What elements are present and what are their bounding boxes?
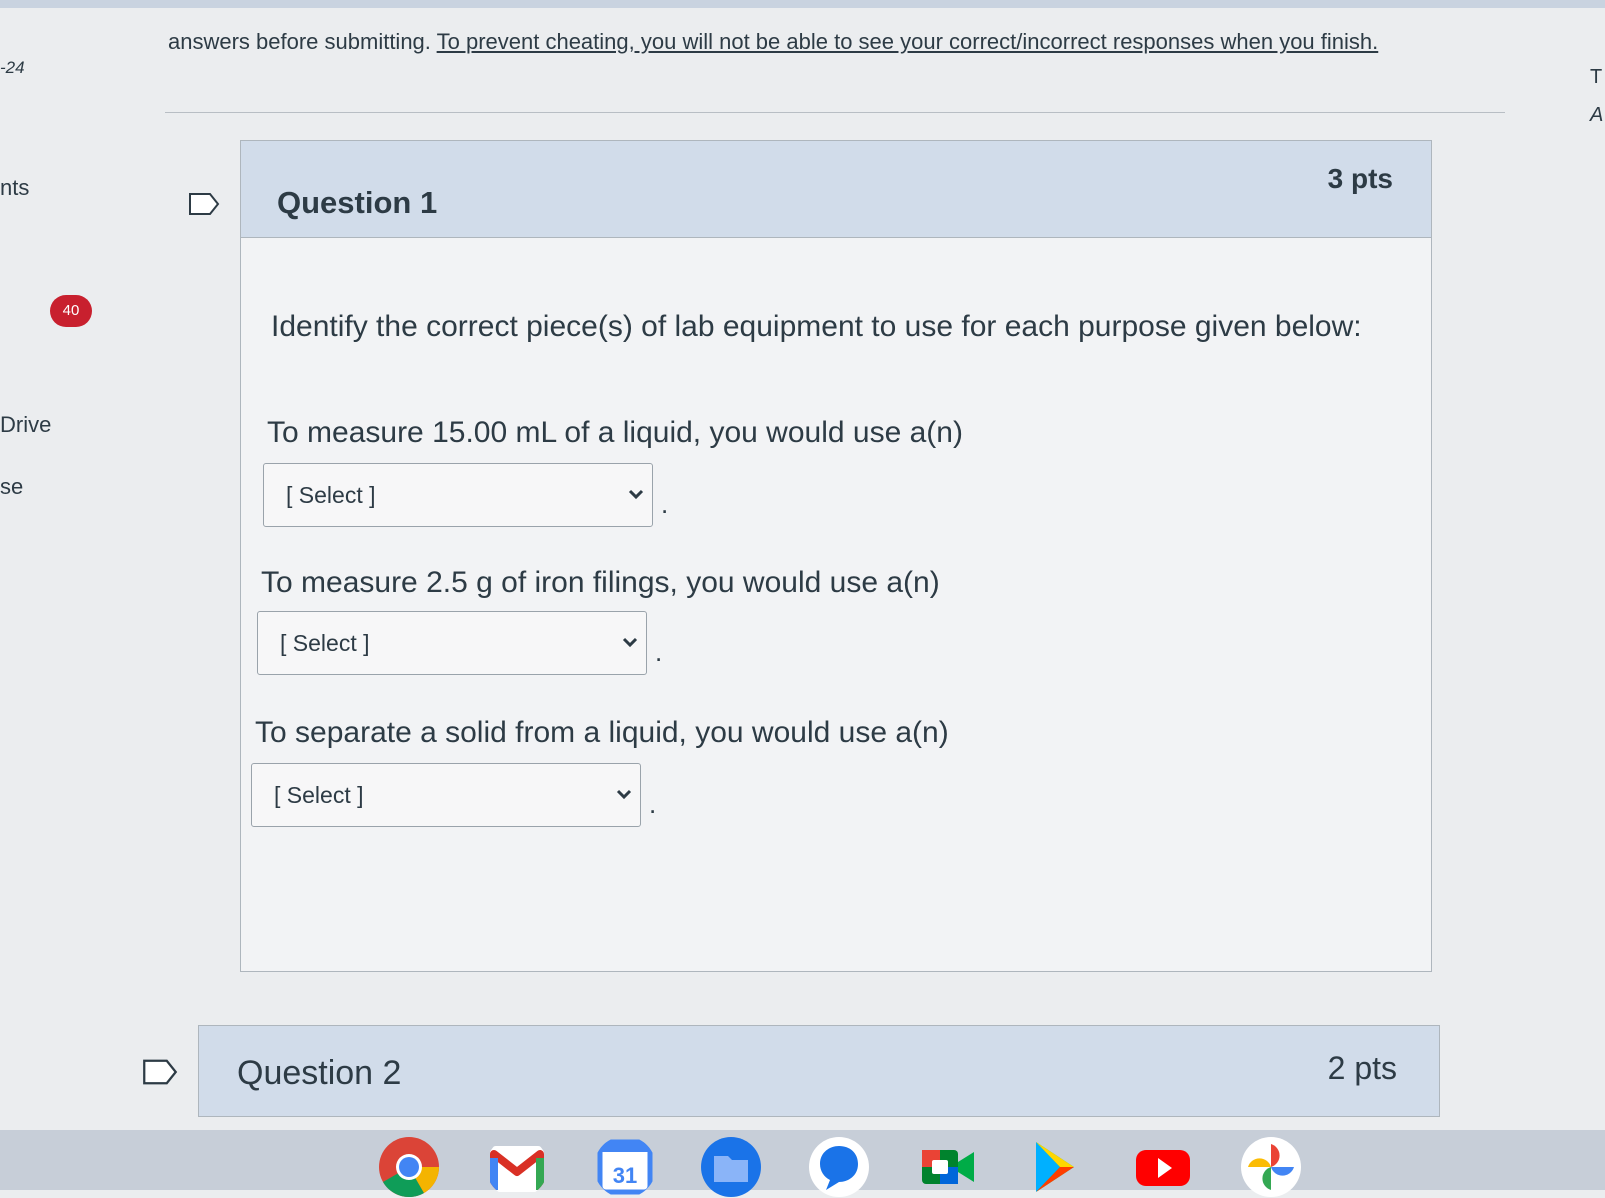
item-3-period: . xyxy=(649,789,657,819)
quiz-instructions: answers before submitting. To prevent ch… xyxy=(168,22,1508,62)
top-bar xyxy=(0,0,1605,8)
calendar-day: 31 xyxy=(613,1163,637,1188)
instructions-plain: answers before submitting. xyxy=(168,29,437,54)
calendar-icon[interactable]: 31 xyxy=(594,1136,656,1198)
chevron-down-icon xyxy=(616,789,632,800)
chevron-down-icon xyxy=(628,489,644,500)
chevron-down-icon xyxy=(622,637,638,648)
gmail-icon[interactable] xyxy=(486,1136,548,1198)
flag-question-icon[interactable] xyxy=(188,192,220,216)
question-1-card: Question 1 3 pts Identify the correct pi… xyxy=(240,140,1432,972)
right-panel-text-t: T xyxy=(1590,66,1603,88)
right-panel-text-a: A xyxy=(1590,104,1604,126)
item-3-select-value: [ Select ] xyxy=(274,782,364,808)
messages-icon[interactable] xyxy=(808,1136,870,1198)
os-shelf xyxy=(0,1130,1605,1190)
flag-question-icon[interactable] xyxy=(142,1058,178,1086)
item-2-select-value: [ Select ] xyxy=(280,630,370,656)
item-1-period: . xyxy=(661,489,669,519)
item-3-text: To separate a solid from a liquid, you w… xyxy=(255,716,949,749)
files-icon[interactable] xyxy=(700,1136,762,1198)
question-1-title: Question 1 xyxy=(277,185,438,220)
chrome-icon[interactable] xyxy=(378,1136,440,1198)
instructions-warning: To prevent cheating, you will not be abl… xyxy=(436,29,1379,54)
photos-icon[interactable] xyxy=(1240,1136,1302,1198)
question-1-points: 3 pts xyxy=(1327,163,1393,194)
question-1-prompt: Identify the correct piece(s) of lab equ… xyxy=(271,310,1362,343)
item-2-text: To measure 2.5 g of iron filings, you wo… xyxy=(261,566,940,599)
item-1-text: To measure 15.00 mL of a liquid, you wou… xyxy=(267,416,963,449)
nav-item-assignments[interactable]: nts xyxy=(0,175,29,201)
course-navigation: -24 nts 40 Drive se xyxy=(0,0,150,1130)
question-1-header: Question 1 3 pts xyxy=(241,141,1431,238)
meet-icon[interactable] xyxy=(916,1136,978,1198)
question-2-header: Question 2 2 pts xyxy=(198,1025,1440,1117)
divider xyxy=(165,112,1505,113)
item-2-select[interactable]: [ Select ] xyxy=(257,611,647,675)
item-1-select-value: [ Select ] xyxy=(286,482,376,508)
question-2-points: 2 pts xyxy=(1327,1050,1397,1086)
question-2-title: Question 2 xyxy=(237,1054,402,1092)
unread-badge: 40 xyxy=(50,295,92,327)
nav-item-course[interactable]: se xyxy=(0,474,23,500)
youtube-icon[interactable] xyxy=(1132,1136,1194,1198)
item-1-select[interactable]: [ Select ] xyxy=(263,463,653,527)
nav-item-drive[interactable]: Drive xyxy=(0,412,51,438)
item-3-select[interactable]: [ Select ] xyxy=(251,763,641,827)
nav-item-date[interactable]: -24 xyxy=(0,58,25,78)
item-2-period: . xyxy=(655,637,663,667)
play-store-icon[interactable] xyxy=(1024,1136,1086,1198)
